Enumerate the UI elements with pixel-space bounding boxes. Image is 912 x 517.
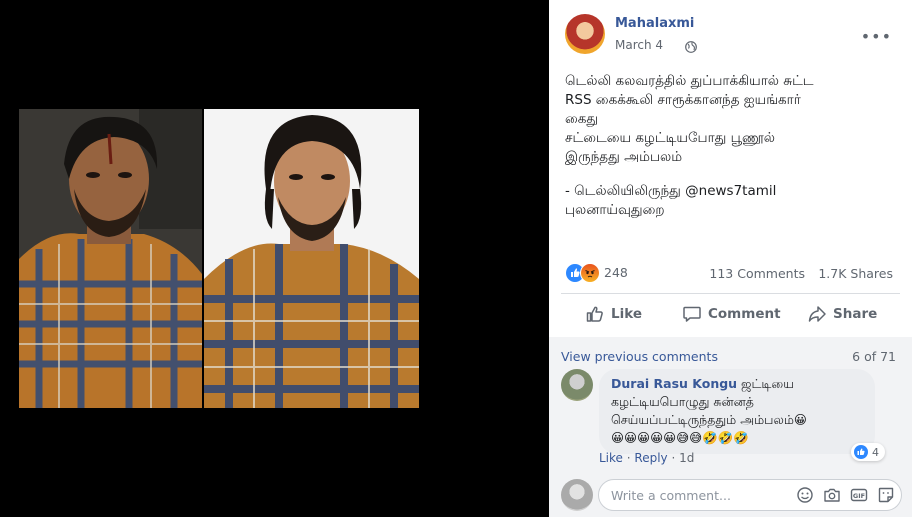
- like-reaction-icon: [854, 445, 868, 459]
- comment-emojis: 😀😀😀😀😀😅😅🤣🤣🤣: [611, 430, 749, 445]
- comment-button-label: Comment: [708, 306, 781, 322]
- post-header: Mahalaxmi March 4 •••: [565, 14, 902, 58]
- share-count[interactable]: 1.7K Shares: [818, 266, 893, 281]
- comment-text: கழட்டியபொழுது சுன்னத்: [611, 394, 754, 409]
- comment-meta: Like · Reply · 1d: [599, 451, 694, 465]
- comment-reaction-count: 4: [872, 445, 879, 459]
- post-text-line: புலனாய்வுதுறை: [565, 202, 665, 218]
- post-photo-right: [204, 109, 419, 408]
- reactions-summary: 248 113 Comments 1.7K Shares: [565, 263, 893, 283]
- share-button[interactable]: Share: [807, 299, 877, 329]
- post-text-spacer: [565, 167, 885, 182]
- post-text-line: இருந்தது அம்பலம்: [565, 149, 683, 165]
- commenter-name[interactable]: Durai Rasu Kongu: [611, 376, 737, 391]
- like-button[interactable]: Like: [585, 299, 642, 329]
- post-photo-left: [19, 109, 202, 408]
- gif-icon[interactable]: GIF: [850, 486, 868, 504]
- like-button-label: Like: [611, 306, 643, 322]
- post-sidebar: Mahalaxmi March 4 ••• டெல்லி கலவரத்தில் …: [549, 0, 912, 517]
- composer-icons: GIF: [796, 486, 895, 504]
- reaction-count[interactable]: 248: [604, 265, 628, 280]
- post-text-line: சட்டையை கழட்டியபோது பூணூல்: [565, 130, 775, 146]
- view-previous-comments-link[interactable]: View previous comments: [561, 349, 718, 364]
- svg-text:GIF: GIF: [853, 492, 865, 500]
- angry-reaction-icon: [580, 263, 600, 283]
- post-text-line: - டெல்லியிலிருந்து @news7tamil: [565, 183, 777, 199]
- camera-icon[interactable]: [823, 486, 841, 504]
- post-text-line: கைது: [565, 111, 599, 127]
- globe-icon: [685, 38, 697, 57]
- comment-input-box[interactable]: GIF: [598, 479, 902, 511]
- comment-composer: GIF: [549, 477, 912, 517]
- photo-viewer[interactable]: [0, 0, 549, 517]
- author-name[interactable]: Mahalaxmi: [615, 16, 694, 31]
- post-text-line: டெல்லி கலவரத்தில் துப்பாக்கியால் சுட்ட: [565, 73, 814, 89]
- more-options-icon[interactable]: •••: [861, 27, 892, 46]
- share-button-label: Share: [833, 306, 878, 322]
- comment-bubble-icon: [682, 304, 702, 324]
- author-avatar[interactable]: [565, 14, 605, 54]
- comment-input[interactable]: [611, 480, 781, 510]
- post-text-line: RSS கைக்கூலி சாரூக்கானந்த ஐயங்கார்: [565, 92, 801, 108]
- current-user-avatar: [561, 479, 593, 511]
- comment-reaction-badge[interactable]: 4: [851, 443, 885, 461]
- divider: [561, 293, 900, 294]
- comments-section: View previous comments 6 of 71 Durai Ras…: [549, 337, 912, 517]
- emoji-icon[interactable]: [796, 486, 814, 504]
- comment-text: செய்யப்பட்டிருந்ததும் அம்பலம்😀: [611, 412, 807, 427]
- comment-age[interactable]: 1d: [679, 451, 694, 465]
- thumbs-up-icon: [585, 304, 605, 324]
- comment-like-link[interactable]: Like: [599, 451, 623, 465]
- commenter-avatar[interactable]: [561, 369, 593, 401]
- comment-button[interactable]: Comment: [682, 299, 781, 329]
- post-date[interactable]: March 4: [615, 38, 663, 52]
- post-text: டெல்லி கலவரத்தில் துப்பாக்கியால் சுட்ட R…: [565, 72, 885, 220]
- comment-bubble: Durai Rasu Kongu ஜட்டியை கழட்டியபொழுது ச…: [599, 369, 875, 454]
- post-actions: Like Comment Share: [561, 299, 900, 331]
- comment-page-count: 6 of 71: [852, 349, 896, 364]
- comment-count[interactable]: 113 Comments: [709, 266, 805, 281]
- comment-text: ஜட்டியை: [741, 376, 794, 391]
- share-arrow-icon: [807, 304, 827, 324]
- sticker-icon[interactable]: [877, 486, 895, 504]
- meta-separator: ·: [671, 451, 680, 465]
- comment-reply-link[interactable]: Reply: [634, 451, 667, 465]
